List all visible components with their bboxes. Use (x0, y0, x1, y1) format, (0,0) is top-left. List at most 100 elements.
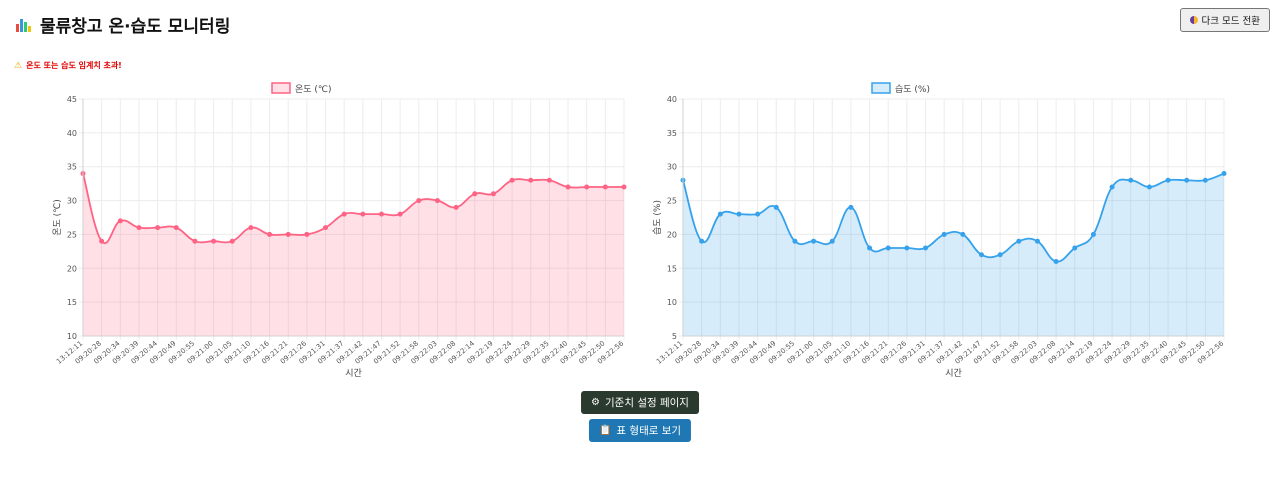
data-point (509, 177, 515, 183)
y-tick-label: 10 (67, 332, 77, 341)
data-point (528, 177, 534, 183)
y-tick-label: 15 (67, 298, 77, 307)
data-point (155, 225, 161, 231)
data-point (1221, 170, 1227, 176)
data-point (904, 245, 910, 251)
data-point (1090, 231, 1096, 237)
data-point (736, 211, 742, 217)
data-point (978, 252, 984, 258)
data-point (1184, 177, 1190, 183)
data-point (173, 225, 179, 231)
legend-swatch (871, 82, 891, 94)
y-tick-label: 45 (67, 95, 77, 104)
y-tick-label: 25 (67, 230, 77, 239)
data-point (829, 238, 835, 244)
threshold-settings-label: 기준치 설정 페이지 (605, 397, 689, 409)
y-tick-label: 10 (667, 298, 677, 307)
data-point (341, 211, 347, 217)
x-axis-title: 시간 (945, 368, 962, 379)
y-tick-label: 20 (667, 230, 677, 239)
legend-label: 습도 (%) (895, 84, 930, 95)
table-view-label: 표 형태로 보기 (616, 425, 682, 437)
data-point (717, 211, 723, 217)
data-point (1016, 238, 1022, 244)
table-view-button[interactable]: 📋 표 형태로 보기 (588, 419, 692, 442)
data-point (699, 238, 705, 244)
data-point (867, 245, 873, 251)
warning-icon: ⚠ (14, 60, 23, 71)
data-point (416, 198, 422, 204)
data-point (248, 225, 254, 231)
data-point (602, 184, 608, 190)
data-point (490, 191, 496, 197)
data-point (453, 204, 459, 210)
y-tick-label: 30 (67, 197, 77, 206)
data-point (1128, 177, 1134, 183)
data-point (1165, 177, 1171, 183)
y-tick-label: 15 (667, 264, 677, 273)
bar-chart-icon (16, 17, 32, 33)
data-point (117, 218, 123, 224)
data-point (792, 238, 798, 244)
threshold-settings-button[interactable]: ⚙ 기준치 설정 페이지 (581, 391, 699, 414)
series-area (83, 173, 624, 336)
data-point (811, 238, 817, 244)
y-tick-label: 40 (67, 129, 77, 138)
data-point (211, 238, 217, 244)
data-point (229, 238, 235, 244)
data-point (1072, 245, 1078, 251)
data-point (941, 231, 947, 237)
data-point (1053, 259, 1059, 265)
data-point (773, 204, 779, 210)
data-point (267, 231, 273, 237)
data-point (397, 211, 403, 217)
data-point (192, 238, 198, 244)
data-point (848, 204, 854, 210)
y-tick-label: 5 (672, 332, 677, 341)
data-point (285, 231, 291, 237)
threshold-alert: ⚠ 온도 또는 습도 임계치 초과! (14, 60, 122, 71)
data-point (1146, 184, 1152, 190)
y-tick-label: 35 (667, 129, 677, 138)
clipboard-icon: 📋 (598, 425, 612, 436)
data-point (885, 245, 891, 251)
data-point (546, 177, 552, 183)
gear-icon: ⚙ (591, 397, 600, 408)
y-tick-label: 20 (67, 264, 77, 273)
data-point (755, 211, 761, 217)
y-axis-title: 습도 (%) (652, 200, 663, 235)
alert-text: 온도 또는 습도 임계치 초과! (26, 61, 122, 70)
data-point (923, 245, 929, 251)
series-area (683, 173, 1224, 336)
data-point (960, 231, 966, 237)
data-point (584, 184, 590, 190)
data-point (1034, 238, 1040, 244)
y-tick-label: 30 (667, 163, 677, 172)
legend-label: 온도 (℃) (295, 84, 332, 95)
data-point (99, 238, 105, 244)
x-axis-title: 시간 (345, 368, 362, 379)
dark-mode-label: 다크 모드 전환 (1201, 16, 1260, 27)
data-point (434, 198, 440, 204)
page-title: 물류창고 온·습도 모니터링 (16, 12, 230, 37)
data-point (472, 191, 478, 197)
y-axis-title: 온도 (℃) (52, 199, 63, 236)
data-point (136, 225, 142, 231)
data-point (378, 211, 384, 217)
contrast-icon (1189, 16, 1198, 24)
temperature-chart: 온도 (℃)101520253035404513:12:1109:20:2809… (52, 82, 627, 379)
humidity-chart: 습도 (%)51015202530354013:12:1109:20:2809:… (652, 82, 1227, 379)
page-title-text: 물류창고 온·습도 모니터링 (40, 17, 231, 37)
data-point (360, 211, 366, 217)
dark-mode-toggle-button[interactable]: 다크 모드 전환 (1179, 8, 1270, 32)
y-tick-label: 40 (667, 95, 677, 104)
data-point (565, 184, 571, 190)
y-tick-label: 35 (67, 163, 77, 172)
data-point (621, 184, 627, 190)
legend-swatch (271, 82, 291, 94)
y-tick-label: 25 (667, 197, 677, 206)
data-point (1202, 177, 1208, 183)
data-point (1109, 184, 1115, 190)
data-point (304, 231, 310, 237)
data-point (323, 225, 329, 231)
